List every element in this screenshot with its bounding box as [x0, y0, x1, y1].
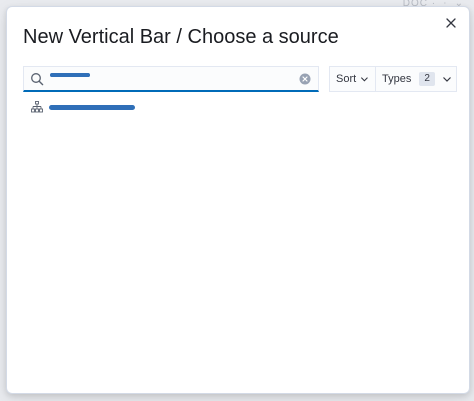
modal-title: New Vertical Bar / Choose a source — [23, 26, 339, 48]
index-pattern-icon — [31, 101, 43, 113]
sort-label: Sort — [336, 73, 357, 85]
types-count-badge: 2 — [419, 72, 435, 86]
search-field[interactable] — [23, 66, 319, 92]
results-list — [23, 99, 457, 115]
close-button[interactable] — [441, 13, 461, 33]
result-label-redacted — [49, 101, 135, 113]
choose-source-modal: New Vertical Bar / Choose a source Sort … — [6, 6, 470, 394]
filter-group: Sort Types 2 — [329, 66, 457, 92]
search-icon — [31, 72, 44, 85]
clear-search-icon[interactable] — [299, 73, 311, 85]
sort-button[interactable]: Sort — [330, 67, 376, 91]
chevron-down-icon — [361, 77, 369, 82]
search-value-redacted — [50, 73, 90, 77]
chevron-down-icon — [442, 77, 451, 82]
types-label: Types — [382, 73, 412, 85]
list-item[interactable] — [23, 99, 457, 115]
search-input[interactable] — [44, 67, 299, 90]
close-icon — [446, 18, 456, 28]
types-button[interactable]: Types 2 — [376, 67, 458, 91]
